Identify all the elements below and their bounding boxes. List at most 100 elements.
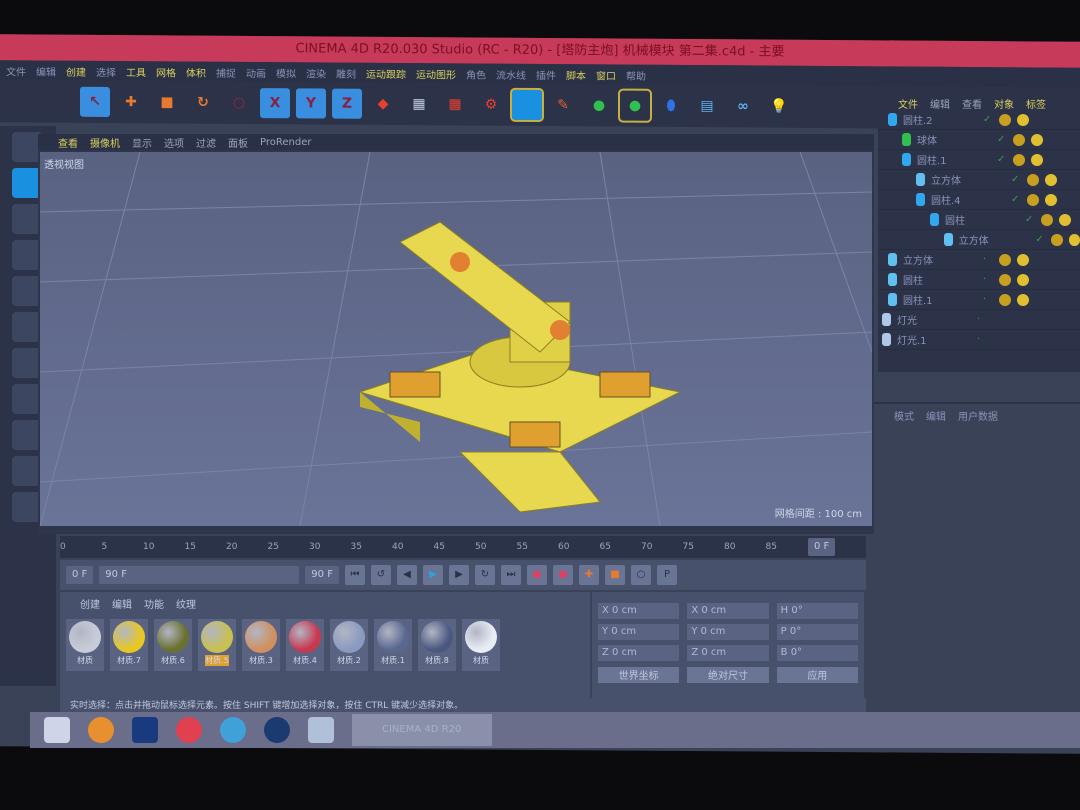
z-axis-button[interactable]: Z [332,88,362,119]
material-tag-icon[interactable] [1027,173,1039,186]
key-position-button[interactable]: ✚ [578,565,599,585]
material-swatch[interactable]: 材质.4 [286,619,324,671]
render-settings-button[interactable]: ⚙ [476,90,506,120]
menu-item[interactable]: 帮助 [626,67,646,82]
material-tag-icon[interactable] [1045,193,1057,206]
material-swatch[interactable]: 材质.5 [198,619,236,671]
key-scale-button[interactable]: ■ [604,565,625,585]
material-swatch[interactable]: 材质 [462,619,500,671]
light-button[interactable]: 💡 [764,92,794,122]
coord-field[interactable]: X 0 cm [598,603,680,619]
app-icon[interactable] [308,717,334,743]
menu-item[interactable]: 工具 [126,64,146,79]
material-tag-icon[interactable] [1017,293,1029,306]
menu-item[interactable]: 编辑 [36,63,56,78]
menu-item[interactable]: 流水线 [496,66,526,81]
coord-button[interactable]: 世界坐标 [598,667,680,683]
perspective-viewport[interactable]: 透视视图 网格间距 : 100 cm [40,152,872,526]
timeline-end-field[interactable]: 0 F [808,538,836,556]
object-tab[interactable]: 对象 [994,96,1014,111]
menu-item[interactable]: 网格 [156,64,176,79]
coord-field[interactable]: H 0° [776,603,858,619]
material-tag-icon[interactable] [1031,133,1043,146]
prev-frame-button[interactable]: ◀ [396,565,417,585]
cinema4d-task[interactable]: CINEMA 4D R20 [352,714,492,746]
material-tag-icon[interactable] [1013,153,1025,166]
object-row[interactable]: 圆柱.4 ✓ [878,190,1080,210]
menu-item[interactable]: 插件 [536,66,556,81]
object-tab[interactable]: 文件 [898,96,918,111]
menu-item[interactable]: 运动跟踪 [366,65,406,80]
render-picture-button[interactable]: ▦ [440,89,470,119]
check-icon[interactable]: ✓ [1035,234,1045,245]
scale-button[interactable]: ■ [152,87,182,117]
deformer-button[interactable]: ⬮ [656,91,686,121]
x-axis-button[interactable]: X [260,88,290,119]
coord-field[interactable]: Z 0 cm [598,645,680,661]
material-tag-icon[interactable] [999,293,1011,306]
material-tag-icon[interactable] [999,273,1011,286]
material-swatch[interactable]: 材质 [66,619,104,671]
object-row[interactable]: 圆柱 ✓ [878,210,1080,230]
viewport-menu-item[interactable]: 查看 [58,135,78,150]
go-to-end-button[interactable]: ⏭ [500,565,521,585]
material-tab[interactable]: 创建 [80,596,100,611]
menu-item[interactable]: 雕刻 [336,65,356,80]
object-tab[interactable]: 标签 [1026,96,1046,111]
current-frame-field[interactable]: 0 F [66,566,94,584]
y-axis-button[interactable]: Y [296,88,326,119]
render-view-button[interactable]: ▦ [404,89,434,119]
check-icon[interactable]: ✓ [983,114,993,125]
coord-field[interactable]: B 0° [776,645,858,661]
viewport-menu-item[interactable]: 选项 [164,135,184,150]
material-tag-icon[interactable] [1045,173,1057,186]
menu-item[interactable]: 窗口 [596,67,616,82]
object-row[interactable]: 灯光.1 · [878,330,1080,350]
visibility-dot-icon[interactable]: · [983,254,993,265]
material-swatch[interactable]: 材质.1 [374,619,412,671]
coordinate-system-button[interactable]: ◆ [368,89,398,119]
go-to-start-button[interactable]: ⏮ [344,565,365,585]
floor-button[interactable]: ▤ [692,91,722,121]
material-tag-icon[interactable] [1041,213,1053,226]
visibility-dot-icon[interactable]: · [983,294,993,305]
object-row[interactable]: 立方体 ✓ [878,230,1080,250]
menu-item[interactable]: 脚本 [566,67,586,82]
cube-button[interactable] [510,87,544,123]
material-swatch[interactable]: 材质.8 [418,619,456,671]
menu-item[interactable]: 角色 [466,66,486,81]
coord-button[interactable]: 应用 [776,667,858,683]
coord-button[interactable]: 绝对尺寸 [687,667,769,683]
material-tab[interactable]: 编辑 [112,596,132,611]
material-tag-icon[interactable] [999,253,1011,266]
menu-item[interactable]: 模拟 [276,65,296,80]
timeline-ruler[interactable]: 0 5 10 15 20 25 30 35 40 45 50 55 60 65 70 75 80 85 [60,536,866,558]
object-tab[interactable]: 查看 [962,96,982,111]
material-swatch[interactable]: 材质.7 [110,619,148,671]
object-row[interactable]: 立方体 · [878,250,1080,270]
menu-item[interactable]: 渲染 [306,65,326,80]
attribute-tab[interactable]: 用户数据 [958,408,998,423]
viewport-menu-item[interactable]: ProRender [260,137,311,148]
menu-item[interactable]: 运动图形 [416,66,456,81]
object-row[interactable]: 灯光 · [878,310,1080,330]
coord-field[interactable]: X 0 cm [687,603,769,619]
coord-field[interactable]: Z 0 cm [687,645,769,661]
live-select-button[interactable]: ↖ [80,86,110,117]
next-frame-button[interactable]: ▶ [448,565,469,585]
coord-field[interactable]: Y 0 cm [687,624,769,640]
material-tag-icon[interactable] [1013,133,1025,146]
visibility-dot-icon[interactable]: · [977,334,987,345]
material-tag-icon[interactable] [1059,213,1071,226]
frame-range-slider[interactable]: 90 F [99,566,300,584]
record-button[interactable]: ● [526,565,547,585]
move-button[interactable]: ✚ [116,87,146,117]
object-row[interactable]: 球体 ✓ [878,130,1080,150]
subdivision-button[interactable]: ● [584,90,614,120]
key-rotation-button[interactable]: ○ [630,565,651,585]
material-tag-icon[interactable] [999,113,1011,126]
camera-button[interactable]: ∞ [728,91,758,121]
material-tag-icon[interactable] [1017,273,1029,286]
material-tag-icon[interactable] [1050,233,1063,246]
check-icon[interactable]: ✓ [997,154,1007,165]
